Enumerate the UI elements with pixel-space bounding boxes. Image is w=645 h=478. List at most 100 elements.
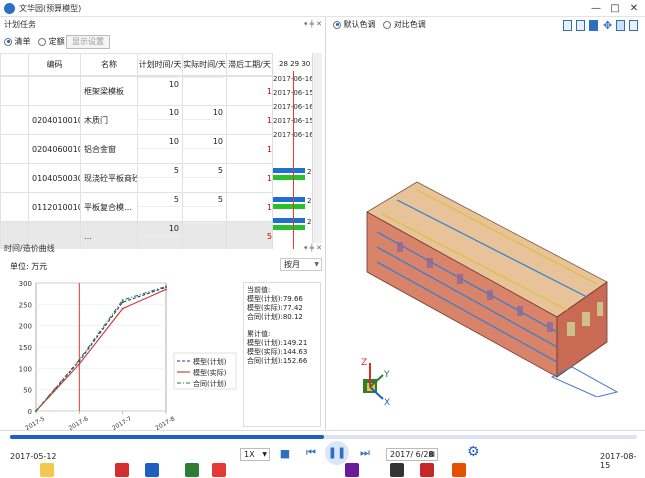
plan-panel-header: 计划任务 ▾ ╪ ✕ [4,18,322,31]
stop-icon[interactable]: ■ [278,447,292,460]
gantt-today-line [293,71,294,249]
gantt-area: 28 29 30 2017-06-16 2017-06-15 2017-06-1… [272,53,312,249]
cell-lag: 1 [226,134,272,164]
period-select[interactable]: 按月 ▼ [280,258,322,271]
pan-icon[interactable]: ✥ [603,19,612,32]
maximize-button[interactable]: □ [605,0,625,17]
skip-back-icon[interactable]: ⏮ [302,446,320,460]
taskbar-app-icon[interactable] [212,463,226,477]
pause-button[interactable]: ❚❚ [325,441,349,465]
svg-text:Z: Z [361,358,367,368]
current-date-picker[interactable]: 2017/ 6/28 ▦ [386,448,438,461]
taskbar-app-icon[interactable] [390,463,404,477]
data-point [78,358,81,361]
close-button[interactable]: ✕ [624,0,644,17]
value-info-box: 当前值: 模型(计划):79.66 模型(实际):77.42 合同(计划):80… [243,282,321,427]
minimize-button[interactable]: — [586,0,606,17]
taskbar-folder-icon[interactable] [40,463,54,477]
cell-plan: 10 [137,76,183,106]
data-point [165,288,167,291]
col-header-plan[interactable]: 计划时间/天 [137,53,183,76]
data-point [165,285,167,288]
cell-name: 现浇砼平板商砼 [80,163,138,193]
taskbar-app-icon[interactable] [185,463,199,477]
taskbar-app-icon[interactable] [452,463,466,477]
speed-select[interactable]: 1X ▼ [240,448,270,461]
cell-name: 框架梁模板 [80,76,138,106]
view-top-icon[interactable] [589,20,598,31]
table-row[interactable]: 010405003001现浇砼平板商砼551 [0,163,272,193]
radio-default-color[interactable] [333,20,341,29]
col-header-lag[interactable]: 滞后工期/天 [226,53,272,76]
time-cost-chart: 0501001502002503002017-5 2017-6 2017-7 2017… [19,280,237,432]
table-row[interactable]: 框架梁模板 10 1 [0,76,272,106]
fit-view-icon[interactable] [616,20,625,31]
zoom-window-icon[interactable] [629,20,638,31]
cell-actual: 5 [182,163,227,193]
gantt-bar-plan[interactable] [273,218,305,223]
y-tick-label: 50 [23,387,32,395]
gantt-bar-plan[interactable] [273,197,305,202]
data-point [121,301,124,304]
axis-gizmo: Z Y X [361,358,390,408]
cell-name: 木质门 [80,105,138,135]
taskbar-app-icon[interactable] [420,463,434,477]
cell-plan: 10 [137,134,183,164]
gear-icon[interactable]: ⚙ [467,444,480,460]
panel-pin-icon[interactable]: ▾ ╪ ✕ [304,18,322,31]
col-header-code[interactable]: 编码 [28,53,81,76]
timeline-track[interactable] [10,435,637,439]
gantt-bar-plan[interactable] [273,168,305,173]
row-indicator [0,134,29,164]
col-header-name[interactable]: 名称 [80,53,138,76]
legend-label: 模型(实际) [193,368,227,377]
task-table: 编码 名称 计划时间/天 实际时间/天 滞后工期/天 [0,53,272,76]
radio-qingdan[interactable] [4,37,12,46]
radio-contrast-color[interactable] [383,20,392,29]
cell-lag: 1 [226,192,272,222]
cell-actual: 5 [182,192,227,222]
svg-text:X: X [384,398,390,408]
plan-panel-title: 计划任务 [4,20,36,29]
gantt-bar-label: 2 [307,197,312,205]
timeline-start-date: 2017-05-12 [10,452,57,461]
table-row[interactable]: 011201001092平板复合模…551 [0,192,272,222]
chevron-down-icon: ▼ [314,261,319,268]
cell-code: 010405003001 [28,163,81,193]
gantt-bar-actual[interactable] [273,225,305,230]
y-tick-label: 0 [28,408,32,416]
data-point [121,307,124,310]
gantt-bar-actual[interactable] [273,204,305,209]
row-indicator [0,192,29,222]
svg-text:Y: Y [383,370,390,380]
cell-actual [182,76,227,106]
table-row[interactable]: 020406001001铝合金窗10101 [0,134,272,164]
col-header-actual[interactable]: 实际时间/天 [182,53,227,76]
model-3d-pane: 默认色调 对比色调 ✥ Z Y X [327,17,645,430]
curve-panel-header: 时间/造价曲线 ▾ ╪ ✕ [4,242,322,255]
taskbar-app-icon[interactable] [345,463,359,477]
cell-lag: 1 [226,105,272,135]
cell-code: 020401001001 [28,105,81,135]
view-side-icon[interactable] [576,20,585,31]
timeline-progress [10,435,324,439]
skip-forward-icon[interactable]: ⏭ [356,446,374,460]
taskbar-app-icon[interactable] [145,463,159,477]
y-tick-label: 250 [19,301,32,309]
table-row[interactable]: 020401001001木质门10101 [0,105,272,135]
window-title: 文华园(预算模型) [19,4,82,13]
taskbar-app-icon[interactable] [115,463,129,477]
building-3d-model[interactable] [357,162,645,397]
view-front-icon[interactable] [563,20,572,31]
panel-pin-icon[interactable]: ▾ ╪ ✕ [304,242,322,255]
cell-plan: 5 [137,163,183,193]
table-scrollbar[interactable] [312,53,322,243]
display-settings-button[interactable]: 显示设置 [66,35,110,49]
gantt-bar-actual[interactable] [273,175,305,180]
mode-radio-group: 清单 定额 [4,34,65,50]
cell-lag: 1 [226,76,272,106]
cell-name: 平板复合模… [80,192,138,222]
radio-dinge[interactable] [38,37,47,46]
app-icon [4,3,15,14]
color-mode-group: 默认色调 对比色调 [333,20,426,30]
